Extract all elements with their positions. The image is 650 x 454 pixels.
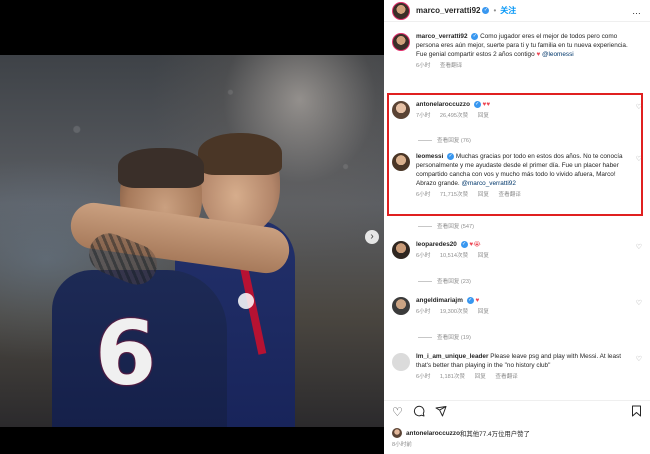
header-separator: •: [493, 6, 497, 15]
verified-icon: ✓: [473, 100, 481, 108]
verified-icon: ✓: [471, 32, 479, 40]
heart-icon[interactable]: ♡: [636, 355, 642, 363]
translate-link[interactable]: 查看翻译: [440, 63, 462, 69]
verified-icon: ✓: [460, 240, 468, 248]
more-icon[interactable]: …: [632, 6, 642, 16]
comment-username[interactable]: angeldimariajm: [416, 297, 463, 304]
comment-likes[interactable]: 26,495次赞: [440, 113, 468, 119]
player-left-hair: [118, 148, 204, 188]
avatar[interactable]: [392, 101, 410, 119]
reply-button[interactable]: 回复: [478, 253, 489, 259]
player-right-hair: [198, 133, 282, 175]
post-media: 6 ›: [0, 0, 384, 454]
jersey-number: 6: [95, 302, 157, 405]
verified-icon: ✓: [466, 296, 474, 304]
comment-time: 6小时: [416, 253, 431, 259]
comment-mention[interactable]: @marco_verratti92: [461, 180, 515, 187]
likes-summary: antonelaroccuzzo 和其他77.4万位用户赞了: [392, 428, 530, 438]
avatar[interactable]: [392, 241, 410, 259]
heart-emoji: ♥: [536, 51, 541, 58]
list-item: leomessi ✓ Muchas gracias por todo en es…: [392, 152, 642, 200]
avatar[interactable]: [392, 1, 410, 20]
comment-time: 6小时: [416, 192, 431, 198]
translate-link[interactable]: 查看翻译: [495, 374, 517, 380]
reply-button[interactable]: 回复: [475, 374, 486, 380]
comment-username[interactable]: lm_i_am_unique_leader: [416, 353, 488, 360]
reply-button[interactable]: 回复: [478, 113, 489, 119]
list-item: lm_i_am_unique_leader Please leave psg a…: [392, 352, 642, 382]
comment-likes[interactable]: 1,181次赞: [440, 374, 465, 380]
comment-username[interactable]: leoparedes20: [416, 241, 457, 248]
comment-likes[interactable]: 10,514次赞: [440, 253, 468, 259]
view-replies[interactable]: 查看回复 (547): [418, 222, 474, 230]
post-time: 8小时前: [392, 442, 412, 448]
comment-likes[interactable]: 19,300次赞: [440, 309, 468, 315]
heart-icon[interactable]: ♡: [636, 299, 642, 307]
comment-emoji: ♥♥: [482, 101, 491, 108]
heart-icon[interactable]: ♡: [636, 155, 642, 163]
heart-icon[interactable]: ♡: [636, 103, 642, 111]
comment-emoji: ♥: [475, 297, 480, 304]
verified-icon: ✓: [482, 7, 490, 14]
heart-icon[interactable]: ♡: [636, 243, 642, 251]
reply-button[interactable]: 回复: [478, 192, 489, 198]
avatar[interactable]: [392, 297, 410, 315]
comment-emoji: ♥😭: [469, 241, 481, 248]
bookmark-icon[interactable]: [631, 405, 642, 419]
comment-username[interactable]: antonelaroccuzzo: [416, 101, 470, 108]
likes-username[interactable]: antonelaroccuzzo: [406, 430, 460, 437]
view-replies[interactable]: 查看回复 (19): [418, 333, 471, 341]
comment-time: 6小时: [416, 309, 431, 315]
list-item: antonelaroccuzzo ✓ ♥♥ 7小时 26,495次赞 回复 ♡: [392, 100, 642, 121]
verified-icon: ✓: [447, 152, 455, 160]
comment-time: 7小时: [416, 113, 431, 119]
chevron-right-icon[interactable]: ›: [365, 230, 379, 244]
comment-username[interactable]: leomessi: [416, 153, 443, 160]
view-replies[interactable]: 查看回复 (23): [418, 277, 471, 285]
shirt-badge: [238, 293, 254, 309]
caption-username[interactable]: marco_verratti92: [416, 33, 468, 40]
avatar[interactable]: [392, 353, 410, 371]
header-username[interactable]: marco_verratti92: [416, 6, 480, 15]
heart-icon[interactable]: ♡: [392, 406, 403, 418]
post-side-panel: marco_verratti92 ✓ • 关注 … marco_verratti…: [384, 0, 650, 454]
translate-link[interactable]: 查看翻译: [499, 192, 521, 198]
share-icon[interactable]: [435, 405, 447, 419]
caption: marco_verratti92 ✓ Como jugador eres el …: [392, 32, 642, 71]
view-replies[interactable]: 查看回复 (76): [418, 136, 471, 144]
avatar[interactable]: [392, 33, 410, 51]
reply-button[interactable]: 回复: [478, 309, 489, 315]
caption-mention[interactable]: @leomessi: [542, 51, 574, 58]
comment-icon[interactable]: [413, 405, 425, 419]
post-photo[interactable]: 6: [0, 55, 384, 427]
comment-time: 6小时: [416, 374, 431, 380]
avatar[interactable]: [392, 428, 402, 438]
caption-time: 6小时: [416, 63, 431, 69]
post-header: marco_verratti92 ✓ • 关注 …: [384, 0, 650, 22]
follow-button[interactable]: 关注: [500, 5, 516, 16]
likes-text[interactable]: 和其他77.4万位用户赞了: [460, 429, 530, 438]
post-actions: ♡: [384, 400, 650, 422]
avatar[interactable]: [392, 153, 410, 171]
list-item: leoparedes20 ✓ ♥😭 6小时 10,514次赞 回复 ♡: [392, 240, 642, 261]
comment-likes[interactable]: 71,715次赞: [440, 192, 468, 198]
list-item: angeldimariajm ✓ ♥ 6小时 19,300次赞 回复 ♡: [392, 296, 642, 317]
